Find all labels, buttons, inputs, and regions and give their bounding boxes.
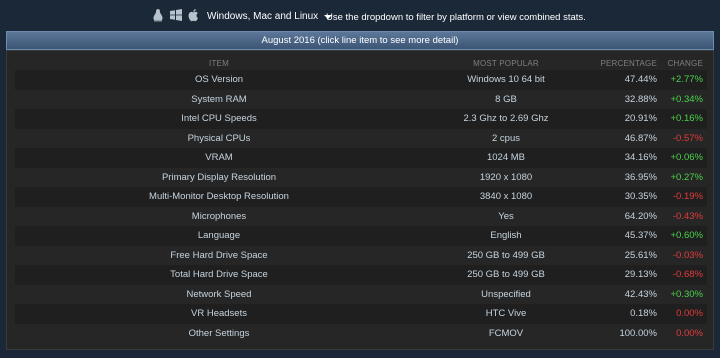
row-percentage: 45.37% (624, 230, 657, 242)
table-row[interactable]: Total Hard Drive Space 250 GB to 499 GB 29… (15, 265, 707, 285)
table-row[interactable]: Intel CPU Speeds 2.3 Ghz to 2.69 Ghz 20.91… (15, 109, 707, 129)
row-most-popular: HTC Vive (485, 308, 527, 320)
top-bar: Windows, Mac and Linux Use the dropdown … (0, 0, 720, 32)
row-most-popular: Yes (498, 210, 514, 222)
row-change: -0.43% (672, 210, 703, 222)
row-most-popular: English (490, 230, 522, 242)
platform-dropdown-label: Windows, Mac and Linux (207, 11, 319, 22)
month-panel-header[interactable]: August 2016 (click line item to see more… (6, 31, 714, 50)
row-change: -0.57% (672, 132, 703, 144)
row-most-popular: 2.3 Ghz to 2.69 Ghz (463, 113, 549, 125)
stats-panel: ITEM MOST POPULAR PERCENTAGE CHANGE OS V… (6, 50, 714, 350)
row-percentage: 100.00% (619, 327, 657, 339)
row-item: System RAM (191, 93, 247, 105)
row-item: Physical CPUs (187, 132, 251, 144)
dropdown-hint: Use the dropdown to filter by platform o… (326, 12, 586, 23)
row-percentage: 47.44% (624, 74, 657, 86)
row-percentage: 46.87% (624, 132, 657, 144)
windows-icon (170, 9, 182, 21)
row-most-popular: 250 GB to 499 GB (467, 269, 545, 281)
row-item: Primary Display Resolution (161, 171, 277, 183)
row-most-popular: 8 GB (495, 93, 517, 105)
row-percentage: 30.35% (624, 191, 657, 203)
row-item: VR Headsets (191, 308, 247, 320)
row-change: +0.16% (670, 113, 704, 125)
table-row[interactable]: Language English 45.37% +0.60% (15, 226, 707, 246)
row-item: Microphones (191, 210, 247, 222)
platform-dropdown[interactable]: Windows, Mac and Linux (207, 11, 333, 22)
table-row[interactable]: Network Speed Unspecified 42.43% +0.30% (15, 284, 707, 304)
row-most-popular: FCMOV (488, 327, 524, 339)
column-header-most-popular: MOST POPULAR (473, 58, 539, 68)
table-row[interactable]: Microphones Yes 64.20% -0.43% (15, 206, 707, 226)
table-row[interactable]: Physical CPUs 2 cpus 46.87% -0.57% (15, 128, 707, 148)
table-header: ITEM MOST POPULAR PERCENTAGE CHANGE (15, 56, 707, 70)
table-row[interactable]: Free Hard Drive Space 250 GB to 499 GB 25.… (15, 245, 707, 265)
row-item: Language (197, 230, 241, 242)
table-row[interactable]: Primary Display Resolution 1920 x 1080 36.… (15, 167, 707, 187)
table-row[interactable]: VRAM 1024 MB 34.16% +0.06% (15, 148, 707, 168)
row-most-popular: 250 GB to 499 GB (467, 249, 545, 261)
row-percentage: 34.16% (624, 152, 657, 164)
row-change: -0.68% (672, 269, 703, 281)
platform-icons (151, 8, 201, 22)
column-header-change: CHANGE (667, 58, 703, 68)
row-change: +0.60% (670, 230, 704, 242)
row-item: VRAM (205, 152, 233, 164)
row-change: 0.00% (676, 308, 703, 320)
row-change: +0.34% (670, 93, 704, 105)
row-item: Intel CPU Speeds (181, 113, 257, 125)
linux-icon (153, 9, 163, 22)
row-change: -0.03% (672, 249, 703, 261)
row-change: +0.30% (670, 288, 704, 300)
row-percentage: 32.88% (624, 93, 657, 105)
row-most-popular: 2 cpus (492, 132, 520, 144)
row-percentage: 29.13% (624, 269, 657, 281)
row-item: Network Speed (186, 288, 252, 300)
row-change: +2.77% (670, 74, 704, 86)
row-percentage: 42.43% (624, 288, 657, 300)
row-item: OS Version (194, 74, 244, 86)
row-percentage: 36.95% (624, 171, 657, 183)
table-row[interactable]: OS Version Windows 10 64 bit 47.44% +2.77% (15, 70, 707, 90)
row-most-popular: 3840 x 1080 (479, 191, 533, 203)
apple-icon (188, 9, 198, 22)
row-item: Multi-Monitor Desktop Resolution (149, 191, 289, 203)
stats-table: ITEM MOST POPULAR PERCENTAGE CHANGE OS V… (15, 56, 707, 343)
row-change: 0.00% (676, 327, 703, 339)
row-item: Total Hard Drive Space (170, 269, 268, 281)
column-header-item: ITEM (209, 58, 229, 68)
row-percentage: 25.61% (624, 249, 657, 261)
table-row[interactable]: System RAM 8 GB 32.88% +0.34% (15, 89, 707, 109)
row-change: -0.19% (672, 191, 703, 203)
row-percentage: 20.91% (624, 113, 657, 125)
row-change: +0.06% (670, 152, 704, 164)
row-change: +0.27% (670, 171, 704, 183)
column-header-percentage: PERCENTAGE (600, 58, 657, 68)
row-most-popular: 1024 MB (486, 152, 526, 164)
row-percentage: 0.18% (630, 308, 657, 320)
table-body: OS Version Windows 10 64 bit 47.44% +2.77% S… (15, 70, 707, 343)
row-percentage: 64.20% (624, 210, 657, 222)
row-item: Free Hard Drive Space (170, 249, 268, 261)
table-row[interactable]: Multi-Monitor Desktop Resolution 3840 x 1… (15, 187, 707, 207)
table-row[interactable]: Other Settings FCMOV 100.00% 0.00% (15, 323, 707, 343)
row-most-popular: Unspecified (481, 288, 531, 300)
row-item: Other Settings (188, 327, 250, 339)
table-row[interactable]: VR Headsets HTC Vive 0.18% 0.00% (15, 304, 707, 324)
row-most-popular: Windows 10 64 bit (467, 74, 545, 86)
row-most-popular: 1920 x 1080 (479, 171, 533, 183)
